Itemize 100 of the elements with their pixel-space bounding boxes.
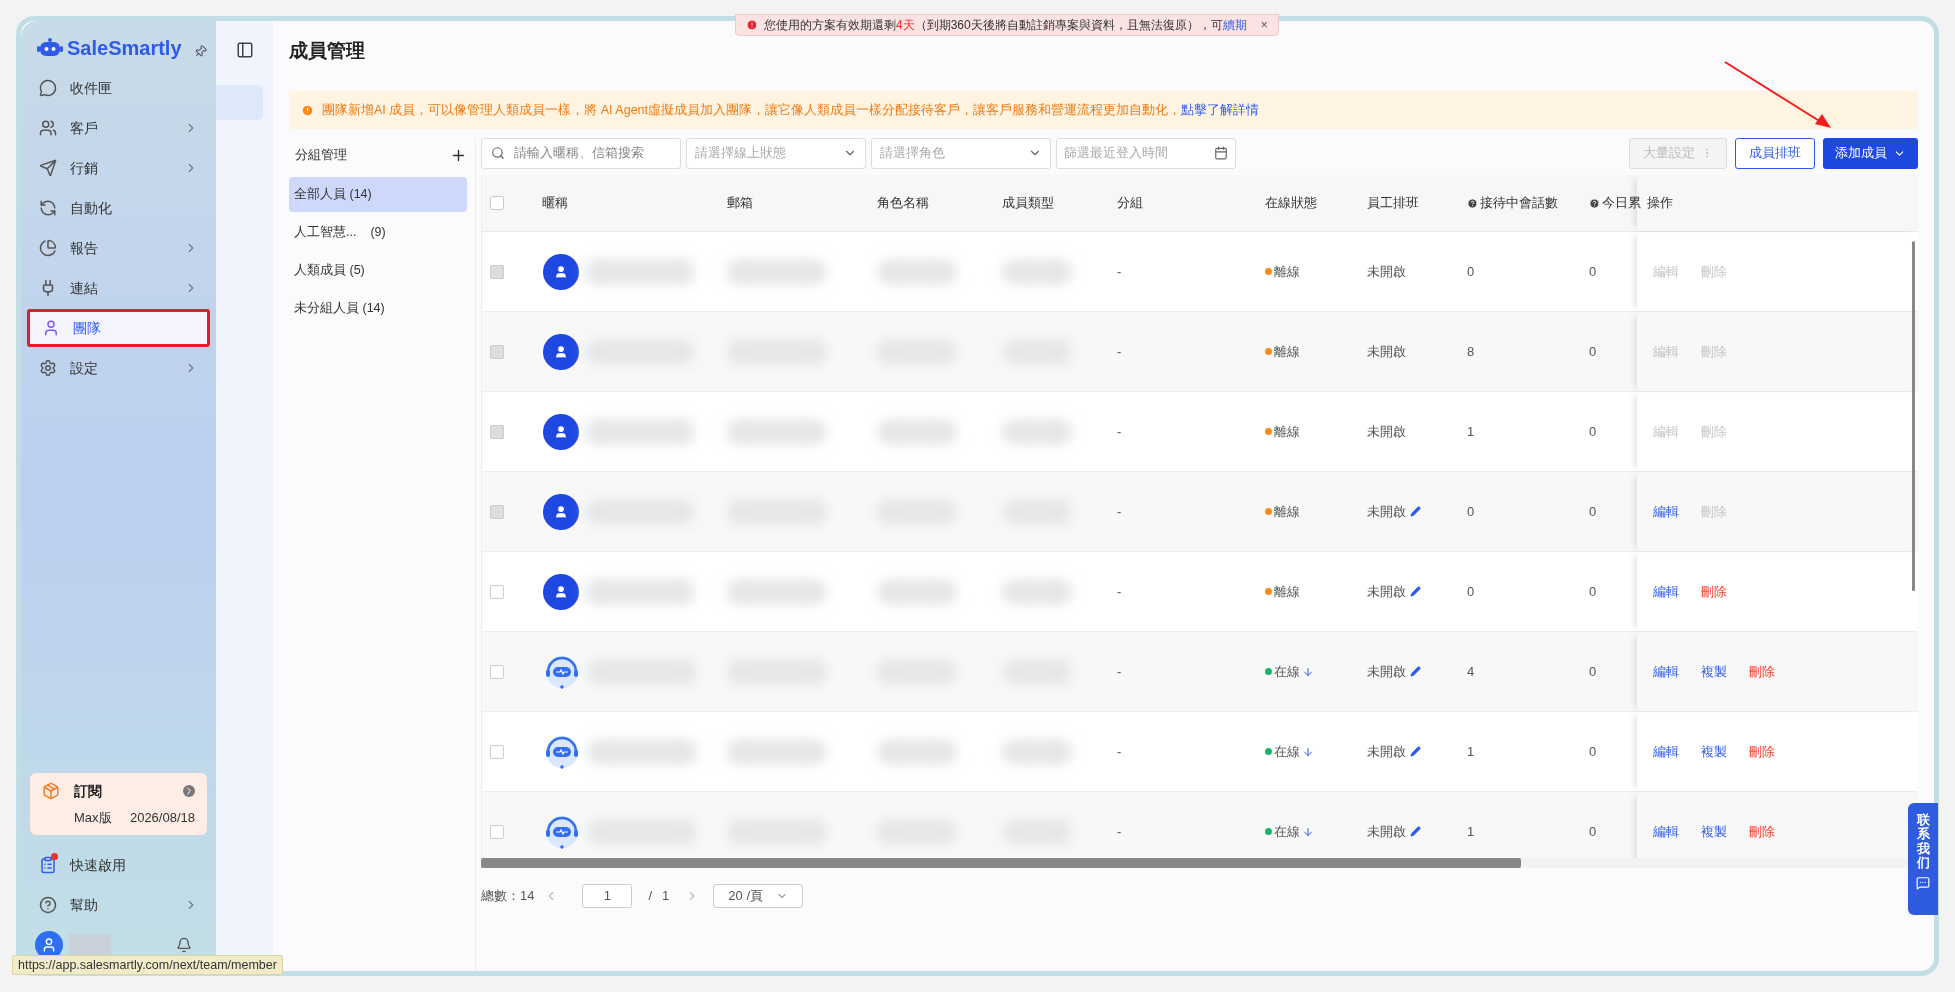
info-icon <box>301 103 314 117</box>
row-checkbox[interactable] <box>490 664 504 679</box>
delete-link[interactable]: 刪除 <box>1749 741 1775 762</box>
status-text: 在線 <box>1274 662 1300 681</box>
vertical-scrollbar[interactable] <box>1912 241 1915 591</box>
arrow-down-icon[interactable] <box>1302 825 1314 838</box>
user-avatar <box>543 253 579 290</box>
schedule-button[interactable]: 成員排班 <box>1735 137 1815 169</box>
help-icon <box>1589 197 1600 209</box>
sidebar-toggle-icon[interactable] <box>235 41 254 59</box>
row-checkbox[interactable] <box>490 744 504 759</box>
nav-item[interactable]: 連結 <box>27 269 210 307</box>
search-field[interactable]: 請輸入暱稱、信箱搜索 <box>481 137 681 169</box>
nav-item[interactable]: 幫助 <box>27 885 210 925</box>
edit-link[interactable]: 編輯 <box>1653 501 1679 522</box>
user-avatar <box>543 493 579 530</box>
help-icon <box>39 896 57 914</box>
close-button[interactable]: × <box>1260 16 1268 34</box>
column-header: 操作 <box>1647 194 1673 213</box>
table-cell: 0 <box>1589 583 1597 599</box>
nav-item[interactable]: 客戶 <box>27 109 210 147</box>
table-cell: - <box>1117 503 1122 519</box>
group-item[interactable]: 人類成員 (5) <box>289 253 467 288</box>
contact-us-tab[interactable]: 联系我们 <box>1908 803 1938 915</box>
page-size-select[interactable]: 20 /頁 <box>713 884 804 908</box>
status-text: 在線 <box>1274 822 1300 841</box>
nav-item[interactable]: 設定 <box>27 349 210 387</box>
table-cell: 0 <box>1467 263 1475 279</box>
nav-item[interactable]: 報告 <box>27 229 210 267</box>
table-cell: - <box>1117 583 1122 599</box>
table-cell: - <box>1117 423 1122 439</box>
robot-logo-icon <box>37 37 63 59</box>
table-cell: 0 <box>1589 503 1597 519</box>
arrow-down-icon[interactable] <box>1302 745 1314 758</box>
clipboard-icon <box>39 856 57 874</box>
plan-name: Max版 <box>74 808 113 827</box>
subnav-item[interactable] <box>216 85 263 120</box>
copy-link[interactable]: 複製 <box>1701 661 1727 682</box>
edit-icon[interactable] <box>1410 666 1421 677</box>
edit-link[interactable]: 編輯 <box>1653 581 1679 602</box>
group-item[interactable]: 人工智慧... (9) <box>289 215 467 250</box>
select-all-checkbox[interactable] <box>490 196 504 210</box>
table-cell-text: 未開啟 <box>1367 342 1406 361</box>
renew-link[interactable]: 續期 <box>1222 18 1247 32</box>
user-avatar <box>543 333 579 370</box>
paper-plane-icon <box>39 159 57 177</box>
delete-link[interactable]: 刪除 <box>1749 661 1775 682</box>
group-item[interactable]: 全部人員 (14) <box>289 177 467 212</box>
cycle-icon <box>39 199 57 217</box>
page-count: 1 <box>662 887 670 906</box>
person-icon <box>42 319 60 337</box>
table-cell: 8 <box>1467 343 1475 359</box>
table-cell: 0 <box>1589 743 1597 759</box>
pie-chart-icon <box>39 239 57 257</box>
table-cell: 0 <box>1589 423 1597 439</box>
edit-icon[interactable] <box>1410 826 1421 837</box>
table-cell: 0 <box>1589 343 1597 359</box>
table-cell-text: 未開啟 <box>1367 262 1406 281</box>
table-cell-text: 未開啟 <box>1367 662 1406 681</box>
add-member-button[interactable]: 添加成員 <box>1823 137 1918 169</box>
row-checkbox[interactable] <box>490 584 504 599</box>
nav-item[interactable]: 收件匣 <box>27 69 210 107</box>
copy-link[interactable]: 複製 <box>1701 741 1727 762</box>
subscription-title: 訂閱 <box>74 781 103 801</box>
user-avatar <box>543 573 579 610</box>
edit-link[interactable]: 編輯 <box>1653 661 1679 682</box>
edit-icon[interactable] <box>1410 506 1421 517</box>
group-item[interactable]: 未分組人員 (14) <box>289 291 467 326</box>
table-cell: - <box>1117 823 1122 839</box>
subscription-card[interactable]: 訂閱 Max版 2026/08/18 <box>30 772 207 835</box>
nav-item[interactable]: 團隊 <box>27 309 210 347</box>
chevron-right-icon <box>183 785 195 797</box>
group-panel-title: 分組管理 <box>295 146 347 165</box>
banner-text: 團隊新增AI 成員，可以像管理人類成員一樣，將 AI Agent虛擬成員加入團隊，讓它像人類成員一樣分配接待客戶，讓客戶服務和營運流程更加自動化，點擊了解詳情 <box>322 101 1259 119</box>
total-count: 總數：14 <box>481 887 535 906</box>
edit-link[interactable]: 編輯 <box>1653 741 1679 762</box>
table-cell: - <box>1117 343 1122 359</box>
horizontal-scrollbar[interactable] <box>481 858 1521 868</box>
page-separator: / <box>648 887 653 906</box>
edit-icon[interactable] <box>1410 746 1421 757</box>
status-text: 在線 <box>1274 742 1300 761</box>
table-cell-text: 未開啟 <box>1367 422 1406 441</box>
delete-link[interactable]: 刪除 <box>1749 821 1775 842</box>
table-cell-text: 未開啟 <box>1367 822 1406 841</box>
details-link[interactable]: 點擊了解詳情 <box>1181 102 1259 117</box>
error-icon <box>746 19 758 31</box>
arrow-down-icon[interactable] <box>1302 665 1314 678</box>
page-input[interactable]: 1 <box>582 884 633 908</box>
nav-item[interactable]: 快速啟用 <box>27 845 210 885</box>
edit-link[interactable]: 編輯 <box>1653 821 1679 842</box>
copy-link[interactable]: 複製 <box>1701 821 1727 842</box>
user-avatar <box>543 413 579 450</box>
row-checkbox[interactable] <box>490 824 504 839</box>
table-cell-text: 未開啟 <box>1367 582 1406 601</box>
nav-item[interactable]: 自動化 <box>27 189 210 227</box>
delete-link[interactable]: 刪除 <box>1701 581 1727 602</box>
search-icon <box>491 145 505 160</box>
edit-icon[interactable] <box>1410 586 1421 597</box>
nav-item[interactable]: 行銷 <box>27 149 210 187</box>
table-cell: - <box>1117 263 1122 279</box>
